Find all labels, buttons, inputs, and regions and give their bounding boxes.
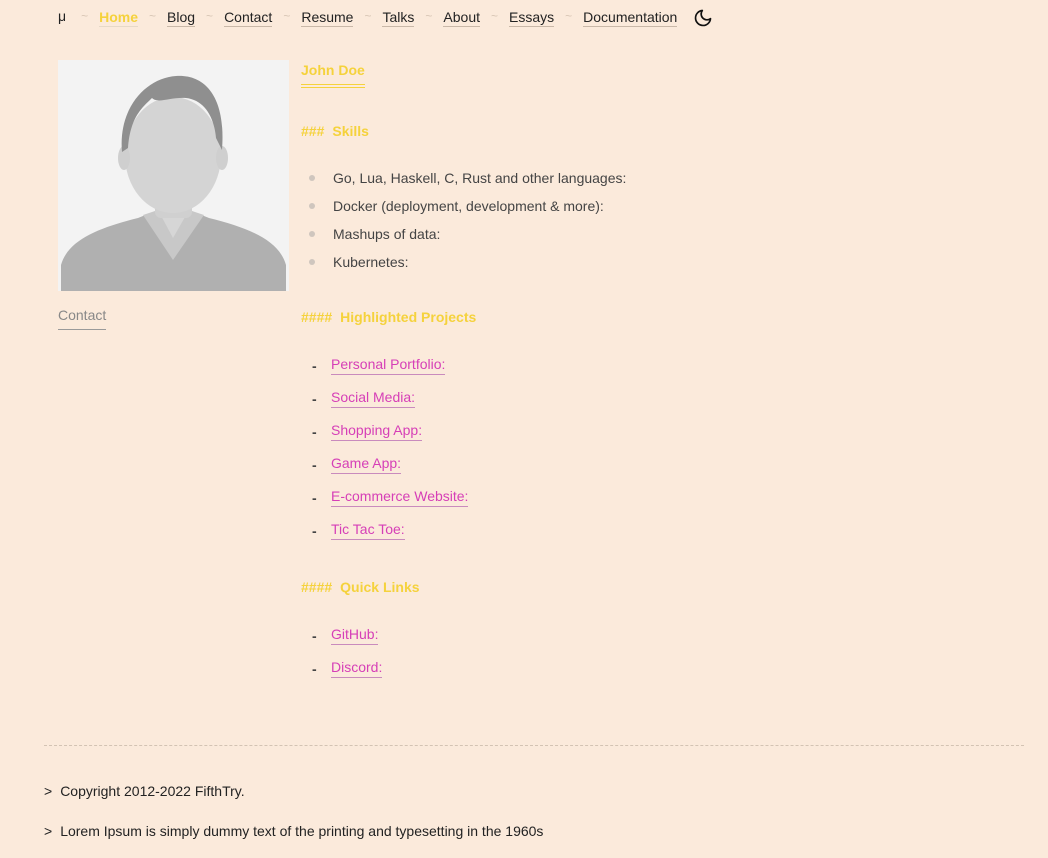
nav-about-link[interactable]: About (443, 9, 480, 27)
dash-bullet: - (312, 627, 317, 644)
project-link[interactable]: Personal Portfolio: (331, 356, 446, 375)
projects-list: - Personal Portfolio: - Social Media: - Sho… (301, 349, 469, 547)
footer-marker: > (44, 823, 53, 839)
nav-separator: ~ (364, 9, 372, 23)
skill-text: Go, Lua, Haskell, C, Rust and other lang… (333, 170, 627, 186)
dash-bullet: - (312, 660, 317, 677)
discord-link[interactable]: Discord: (331, 659, 383, 678)
bullet-dot (309, 231, 315, 237)
nav-blog-link[interactable]: Blog (167, 9, 196, 27)
bullet-dot (309, 175, 315, 181)
list-item: - E-commerce Website: (301, 481, 469, 514)
project-link[interactable]: Tic Tac Toe: (331, 521, 405, 540)
skills-heading: ### Skills (301, 123, 369, 139)
bullet-dot (309, 203, 315, 209)
github-link[interactable]: GitHub: (331, 626, 379, 645)
nav-essays-link[interactable]: Essays (509, 9, 555, 27)
list-item: - Game App: (301, 448, 468, 481)
nav-separator: ~ (206, 9, 214, 23)
nav-separator: ~ (565, 9, 573, 23)
skill-text: Docker (deployment, development & more): (333, 198, 604, 214)
sidebar-contact-link[interactable]: Contact (58, 307, 107, 330)
footer-text: Copyright 2012-2022 FifthTry. (60, 783, 245, 799)
projects-heading: #### Highlighted Projects (301, 309, 476, 325)
skill-text: Mashups of data: (333, 226, 441, 242)
list-item: Kubernetes: (301, 248, 626, 276)
project-link[interactable]: E-commerce Website: (331, 488, 469, 507)
heading-hash: #### (301, 309, 333, 325)
dash-bullet: - (312, 390, 317, 407)
profile-avatar (58, 60, 289, 291)
dash-bullet: - (312, 489, 317, 506)
list-item: - Discord: (301, 652, 383, 685)
nav-resume-link[interactable]: Resume (301, 9, 354, 27)
project-link[interactable]: Shopping App: (331, 422, 423, 441)
footer-text: Lorem Ipsum is simply dummy text of the … (60, 823, 544, 839)
footer-marker: > (44, 783, 53, 799)
list-item: - Social Media: (301, 382, 468, 415)
site-logo[interactable]: μ (58, 8, 66, 24)
person-silhouette-icon (61, 75, 286, 291)
profile-name: John Doe (301, 62, 365, 88)
quick-links-title: Quick Links (340, 579, 420, 595)
skill-text: Kubernetes: (333, 254, 409, 270)
list-item: - GitHub: (301, 619, 382, 652)
dash-bullet: - (312, 423, 317, 440)
dash-bullet: - (312, 456, 317, 473)
list-item: Mashups of data: (301, 220, 626, 248)
list-item: - Tic Tac Toe: (301, 514, 468, 547)
list-item: Go, Lua, Haskell, C, Rust and other lang… (301, 164, 626, 192)
nav-separator: ~ (491, 9, 499, 23)
dash-bullet: - (312, 357, 317, 374)
dash-bullet: - (312, 522, 317, 539)
heading-hash: ### (301, 123, 325, 139)
nav-home-link[interactable]: Home (99, 9, 138, 27)
footer-divider (44, 745, 1024, 746)
list-item: Docker (deployment, development & more): (301, 192, 626, 220)
footer-note: > Lorem Ipsum is simply dummy text of the… (44, 823, 543, 839)
skills-title: Skills (332, 123, 369, 139)
quick-links-heading: #### Quick Links (301, 579, 420, 595)
list-item: - Shopping App: (301, 415, 468, 448)
nav-separator: ~ (149, 9, 157, 23)
heading-hash: #### (301, 579, 333, 595)
nav-separator: ~ (81, 9, 89, 23)
skills-list: Go, Lua, Haskell, C, Rust and other lang… (301, 164, 626, 276)
moon-icon[interactable] (692, 7, 714, 29)
nav-talks-link[interactable]: Talks (382, 9, 415, 27)
list-item: - Personal Portfolio: (301, 349, 468, 382)
nav-contact-link[interactable]: Contact (224, 9, 273, 27)
project-link[interactable]: Game App: (331, 455, 402, 474)
projects-title: Highlighted Projects (340, 309, 477, 325)
top-nav: μ ~ Home ~ Blog ~ Contact ~ Resume ~ Tal… (58, 0, 714, 36)
nav-separator: ~ (425, 9, 433, 23)
quick-links-list: - GitHub: - Discord: (301, 619, 383, 685)
bullet-dot (309, 259, 315, 265)
nav-separator: ~ (283, 9, 291, 23)
project-link[interactable]: Social Media: (331, 389, 416, 408)
nav-documentation-link[interactable]: Documentation (583, 9, 678, 27)
footer-copyright: > Copyright 2012-2022 FifthTry. (44, 783, 245, 799)
